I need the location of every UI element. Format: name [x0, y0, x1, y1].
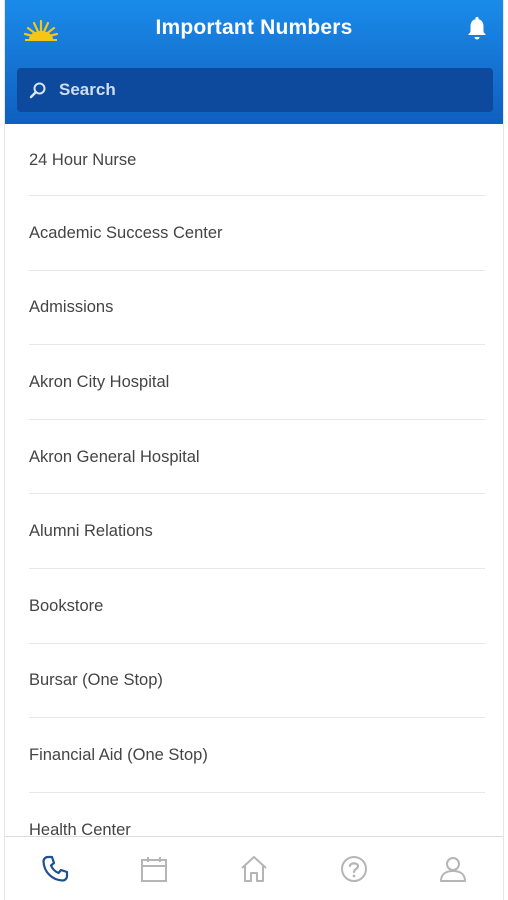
search-input[interactable] — [59, 80, 439, 100]
list-item[interactable]: Admissions — [5, 271, 503, 346]
list-item-label: Akron City Hospital — [29, 372, 170, 391]
search-bar[interactable] — [17, 68, 493, 112]
tab-home[interactable] — [232, 847, 276, 891]
list-item[interactable]: Akron General Hospital — [5, 420, 503, 495]
list-item-label: 24 Hour Nurse — [29, 150, 137, 169]
search-icon — [29, 82, 46, 99]
list-item[interactable]: Akron City Hospital — [5, 345, 503, 420]
bottom-tab-bar — [5, 836, 503, 900]
page-title: Important Numbers — [155, 16, 353, 39]
list-item[interactable]: Financial Aid (One Stop) — [5, 718, 503, 793]
tab-calendar[interactable] — [132, 847, 176, 891]
list-item-label: Health Center — [29, 820, 131, 836]
phone-icon — [42, 855, 68, 882]
tab-phone[interactable] — [33, 847, 77, 891]
bell-icon[interactable] — [465, 16, 489, 42]
list-item-label: Academic Success Center — [29, 223, 223, 242]
app-screen: Important Numbers 24 Hour Nurse Academic… — [4, 0, 504, 900]
list-item[interactable]: Health Center — [5, 793, 503, 836]
profile-icon — [440, 856, 467, 882]
list-item[interactable]: Alumni Relations — [5, 494, 503, 569]
tab-help[interactable] — [332, 847, 376, 891]
list-item-label: Akron General Hospital — [29, 447, 200, 466]
list-item[interactable]: Bursar (One Stop) — [5, 644, 503, 719]
list-item-label: Bookstore — [29, 596, 104, 615]
calendar-icon — [141, 856, 168, 882]
help-icon — [340, 855, 367, 882]
home-icon — [241, 855, 267, 882]
header-bar: Important Numbers — [5, 0, 503, 124]
list-item[interactable]: Academic Success Center — [5, 196, 503, 271]
list-item[interactable]: Bookstore — [5, 569, 503, 644]
list-item-label: Bursar (One Stop) — [29, 671, 163, 690]
list-item-label: Alumni Relations — [29, 522, 153, 541]
list-item-label: Financial Aid (One Stop) — [29, 745, 208, 764]
numbers-list: 24 Hour Nurse Academic Success Center Ad… — [5, 124, 503, 836]
tab-profile[interactable] — [431, 847, 475, 891]
list-item[interactable]: 24 Hour Nurse — [5, 124, 503, 196]
list-item-label: Admissions — [29, 298, 114, 317]
